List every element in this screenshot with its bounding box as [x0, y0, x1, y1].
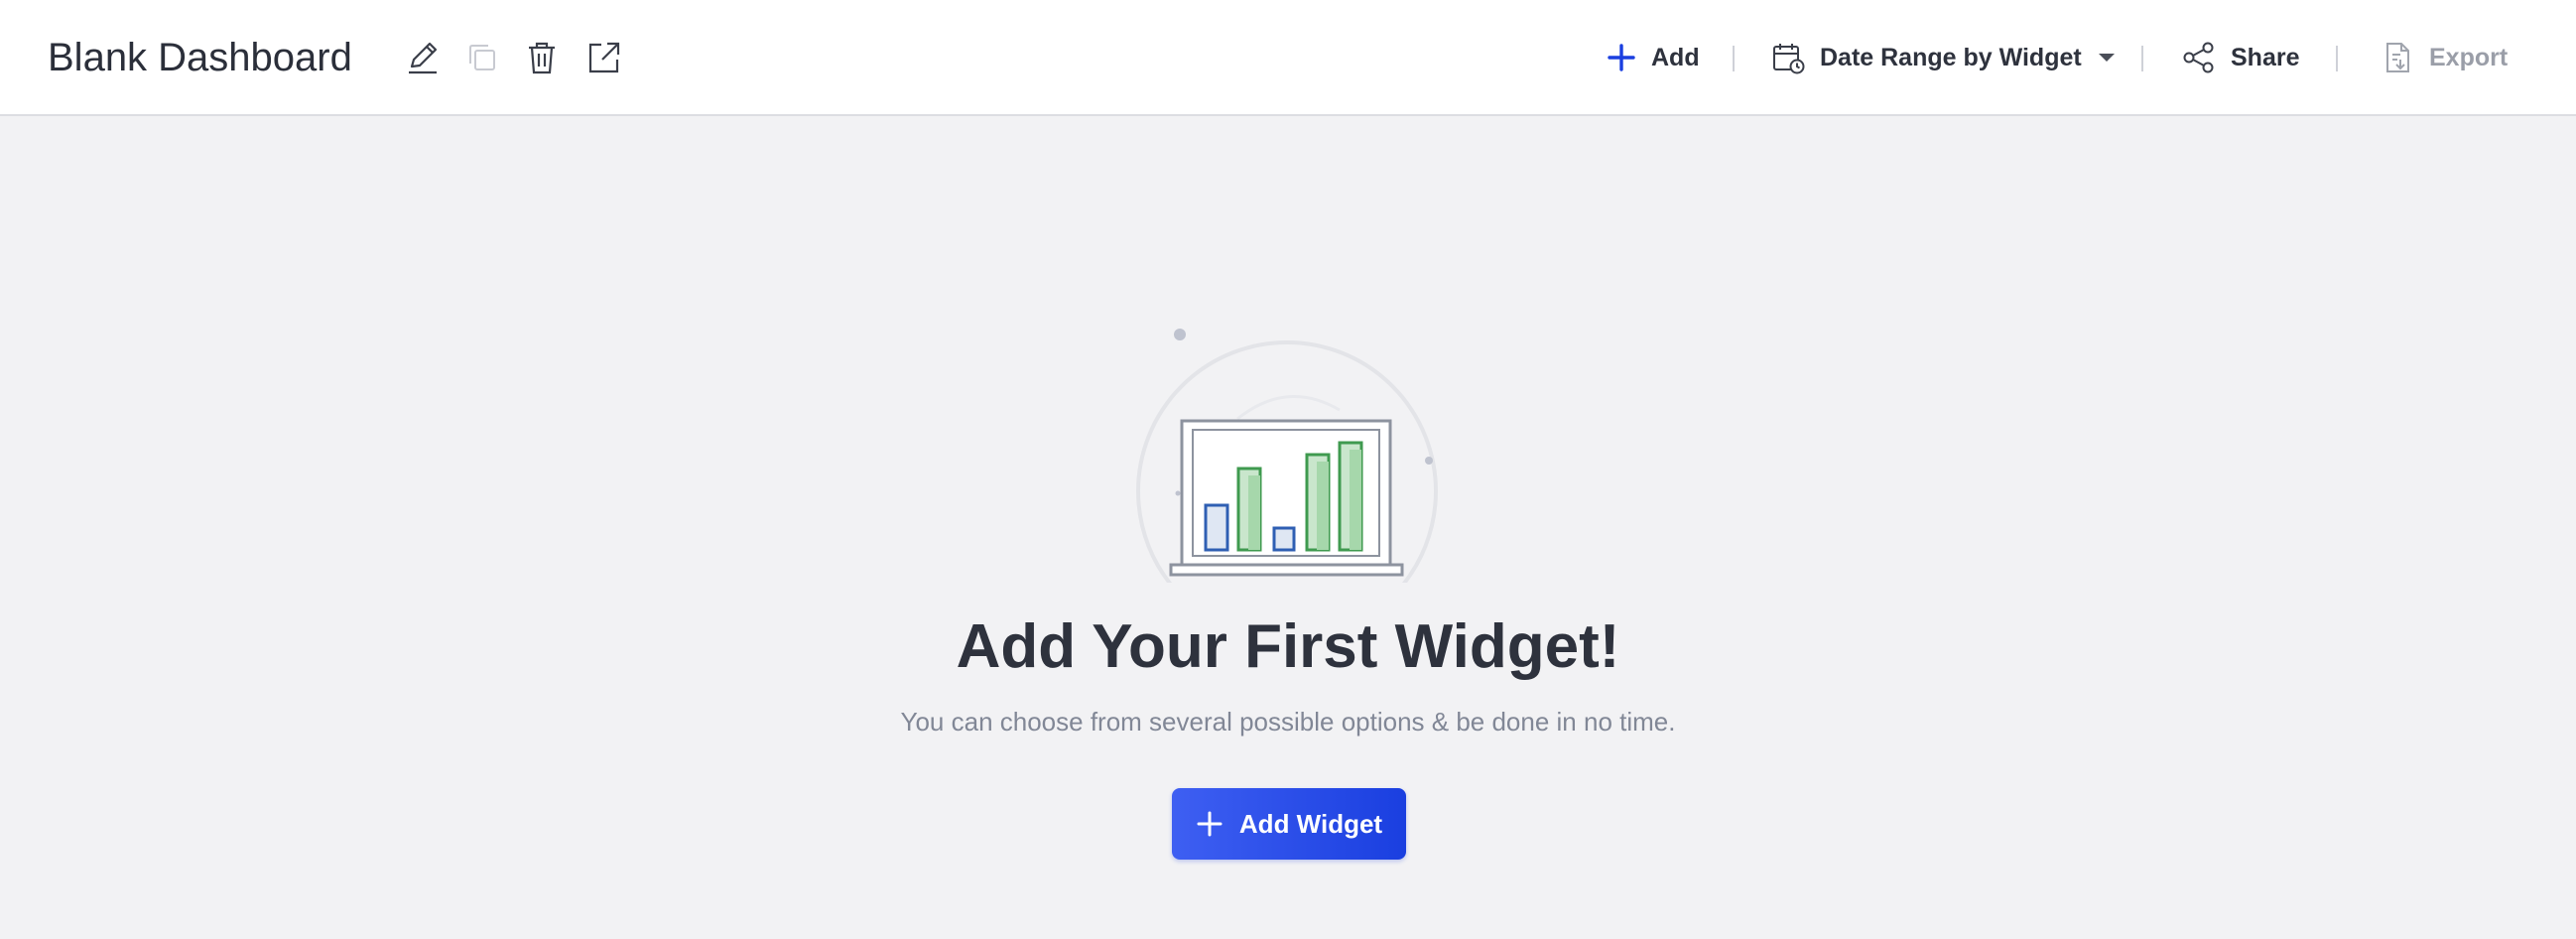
top-toolbar: Blank Dashboard Add Date Range by Widget…: [0, 0, 2576, 116]
add-widget-button[interactable]: Add Widget: [1172, 788, 1406, 860]
add-label: Add: [1651, 43, 1700, 71]
empty-state-heading: Add Your First Widget!: [956, 612, 1620, 681]
dashboard-title: Blank Dashboard: [48, 36, 352, 79]
share-label: Share: [2231, 43, 2300, 71]
add-button[interactable]: Add: [1606, 30, 1700, 85]
empty-state-subtext: You can choose from several possible opt…: [900, 707, 1676, 737]
trash-icon[interactable]: [522, 38, 562, 77]
plus-icon: [1608, 44, 1635, 71]
plus-icon: [1197, 811, 1223, 837]
date-range-label: Date Range by Widget: [1820, 43, 2082, 71]
dashboard-canvas: Add Your First Widget! You can choose fr…: [0, 116, 2576, 939]
toolbar-divider: [2141, 46, 2143, 71]
share-icon: [2183, 42, 2214, 73]
export-file-icon: [2386, 43, 2409, 72]
export-button: Export: [2380, 30, 2508, 85]
toolbar-divider: [2336, 46, 2338, 71]
open-external-icon[interactable]: [583, 38, 623, 77]
calendar-clock-icon: [1773, 44, 1805, 74]
empty-dashboard-illustration: [1092, 215, 1449, 642]
toolbar-divider: [1733, 46, 1735, 71]
export-label: Export: [2429, 43, 2509, 71]
add-widget-label: Add Widget: [1238, 808, 1383, 839]
share-button[interactable]: Share: [2181, 30, 2299, 85]
caret-down-icon: [2098, 54, 2115, 62]
duplicate-icon: [462, 38, 502, 77]
date-range-dropdown[interactable]: Date Range by Widget: [1770, 30, 2118, 85]
edit-icon[interactable]: [403, 38, 443, 77]
